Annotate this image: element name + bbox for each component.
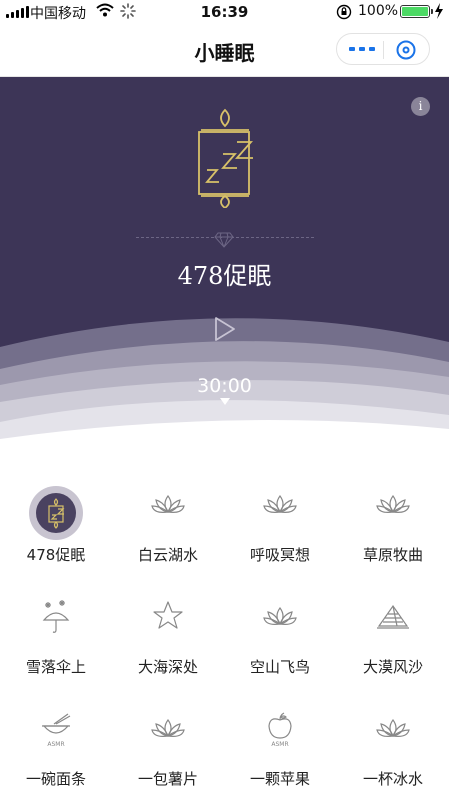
charging-bolt-icon bbox=[435, 3, 443, 19]
close-miniprogram-icon[interactable] bbox=[395, 39, 417, 61]
miniprogram-capsule bbox=[336, 33, 430, 65]
lotus-icon bbox=[260, 484, 300, 524]
sound-item-label: 一包薯片 bbox=[137, 770, 198, 788]
sound-item[interactable]: 白云湖水 bbox=[112, 470, 224, 580]
pyramid-icon bbox=[373, 596, 413, 636]
timer-display[interactable]: 30:00 bbox=[0, 375, 449, 397]
lotus-icon bbox=[373, 708, 413, 748]
lotus-icon bbox=[373, 484, 413, 524]
svg-text:ASMR: ASMR bbox=[47, 741, 64, 748]
noodle-bowl-icon: ASMR bbox=[36, 708, 76, 748]
sound-item[interactable]: 呼吸冥想 bbox=[224, 470, 336, 580]
sound-item-label: 一杯冰水 bbox=[362, 770, 423, 788]
play-button-icon[interactable] bbox=[214, 316, 236, 342]
sound-item[interactable]: ASMR 一碗面条 bbox=[0, 694, 112, 804]
sound-item-label: 大漠风沙 bbox=[362, 658, 423, 676]
battery-icon bbox=[400, 5, 433, 18]
starfish-icon bbox=[148, 596, 188, 636]
sound-item[interactable]: 大漠风沙 bbox=[337, 582, 449, 692]
capsule-divider bbox=[383, 41, 384, 59]
lotus-icon bbox=[260, 596, 300, 636]
diamond-icon bbox=[214, 232, 234, 248]
apple-icon: ASMR bbox=[260, 708, 300, 748]
caret-down-icon[interactable] bbox=[220, 398, 230, 406]
sound-item[interactable]: 一杯冰水 bbox=[337, 694, 449, 804]
lotus-icon bbox=[148, 484, 188, 524]
candle-zzz-logo-icon bbox=[198, 108, 253, 208]
sound-item[interactable]: ASMR 一颗苹果 bbox=[224, 694, 336, 804]
sound-item[interactable]: 空山飞鸟 bbox=[224, 582, 336, 692]
sound-item[interactable]: 一包薯片 bbox=[112, 694, 224, 804]
sound-item[interactable]: 草原牧曲 bbox=[337, 470, 449, 580]
sound-item-label: 草原牧曲 bbox=[362, 546, 423, 564]
battery-percent: 100% bbox=[358, 3, 399, 19]
sound-item[interactable]: 大海深处 bbox=[112, 582, 224, 692]
sound-item-label: 478促眠 bbox=[26, 546, 86, 564]
lotus-icon bbox=[148, 708, 188, 748]
rotation-lock-icon bbox=[336, 4, 352, 20]
sound-item-label: 雪落伞上 bbox=[25, 658, 86, 676]
sound-item-label: 一碗面条 bbox=[25, 770, 86, 788]
sound-item-label: 一颗苹果 bbox=[249, 770, 310, 788]
snow-umbrella-icon bbox=[36, 596, 76, 636]
navigation-bar: 小睡眠 bbox=[0, 24, 449, 77]
status-bar: 中国移动 16:39 100% bbox=[0, 0, 449, 24]
more-options-icon[interactable] bbox=[347, 43, 377, 55]
sound-item-label: 空山飞鸟 bbox=[249, 658, 310, 676]
sound-item[interactable]: 478促眠 bbox=[0, 470, 112, 580]
sound-item-label: 白云湖水 bbox=[137, 546, 198, 564]
candle-zzz-icon bbox=[36, 493, 76, 533]
sound-item[interactable]: 雪落伞上 bbox=[0, 582, 112, 692]
svg-text:ASMR: ASMR bbox=[271, 741, 288, 748]
sound-item-label: 呼吸冥想 bbox=[249, 546, 310, 564]
info-button[interactable]: i bbox=[411, 97, 430, 116]
mode-title: 478促眠 bbox=[177, 262, 272, 290]
sound-item-label: 大海深处 bbox=[137, 658, 198, 676]
